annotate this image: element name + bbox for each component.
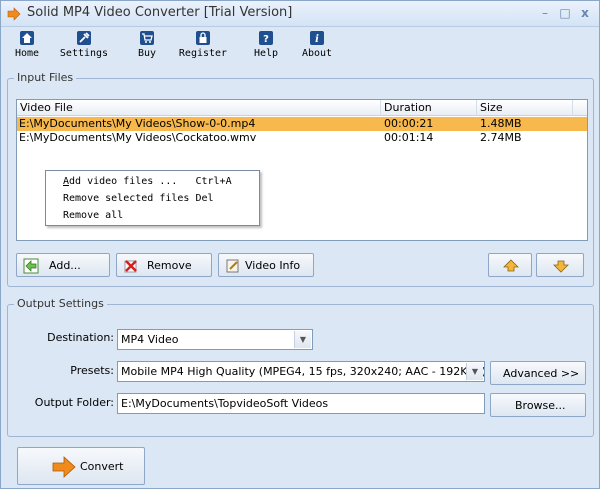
toolbar-about-label: About xyxy=(301,48,333,59)
maximize-button[interactable]: □ xyxy=(557,4,573,22)
cart-icon xyxy=(140,31,154,45)
chevron-down-icon[interactable]: ▼ xyxy=(294,331,311,348)
close-button[interactable]: x xyxy=(577,4,593,22)
input-files-title: Input Files xyxy=(14,71,77,84)
minimize-button[interactable]: – xyxy=(537,4,553,22)
chevron-down-icon[interactable]: ▼ xyxy=(466,363,483,380)
window-title: Solid MP4 Video Converter [Trial Version… xyxy=(27,5,293,20)
menu-item-remove-selected[interactable]: Remove selected files Del xyxy=(46,191,259,207)
presets-label: Presets: xyxy=(70,364,114,377)
output-folder-field[interactable]: E:\MyDocuments\TopvideoSoft Videos xyxy=(117,393,485,414)
remove-button[interactable]: Remove xyxy=(116,253,212,277)
move-up-button[interactable] xyxy=(488,253,532,277)
row-duration: 00:01:14 xyxy=(384,131,434,144)
output-folder-label: Output Folder: xyxy=(34,396,114,409)
video-info-button-label: Video Info xyxy=(245,259,301,272)
list-header: Video File Duration Size xyxy=(17,100,587,116)
lock-icon xyxy=(196,31,210,45)
settings-icon xyxy=(77,31,91,45)
add-button-label: Add... xyxy=(49,259,81,272)
home-icon xyxy=(20,31,34,45)
destination-select[interactable]: MP4 Video ▼ xyxy=(117,329,313,350)
move-down-icon xyxy=(553,260,569,273)
row-file: E:\MyDocuments\My Videos\Show-0-0.mp4 xyxy=(19,117,256,130)
main-window: Solid MP4 Video Converter [Trial Version… xyxy=(0,0,600,489)
svg-text:?: ? xyxy=(263,34,269,45)
toolbar-home-label: Home xyxy=(14,48,40,59)
convert-button[interactable]: Convert xyxy=(17,447,145,485)
move-up-icon xyxy=(503,259,519,272)
menu-item-label: dd video files ... xyxy=(69,176,178,187)
add-button[interactable]: Add... xyxy=(16,253,110,277)
add-arrow-icon xyxy=(23,258,39,274)
svg-text:i: i xyxy=(315,34,319,45)
toolbar-register-label: Register xyxy=(178,48,228,59)
browse-button[interactable]: Browse... xyxy=(490,393,586,417)
presets-select[interactable]: Mobile MP4 High Quality (MPEG4, 15 fps, … xyxy=(117,361,485,382)
destination-value: MP4 Video xyxy=(121,333,179,346)
convert-button-label: Convert xyxy=(80,460,124,473)
video-info-icon xyxy=(226,259,239,273)
app-arrow-icon xyxy=(7,7,21,21)
input-files-list[interactable]: Video File Duration Size E:\MyDocuments\… xyxy=(16,99,588,241)
remove-button-label: Remove xyxy=(147,259,192,272)
toolbar-settings-label: Settings xyxy=(59,48,109,59)
remove-icon xyxy=(124,260,137,273)
context-menu: Add video files ... Ctrl+A Remove select… xyxy=(45,170,260,226)
title-bar: Solid MP4 Video Converter [Trial Version… xyxy=(1,1,599,27)
table-row-selected[interactable]: E:\MyDocuments\My Videos\Show-0-0.mp4 00… xyxy=(17,117,587,131)
output-folder-value: E:\MyDocuments\TopvideoSoft Videos xyxy=(121,397,329,410)
output-settings-group: Output Settings Destination: MP4 Video ▼… xyxy=(7,297,594,437)
help-icon: ? xyxy=(259,31,273,45)
toolbar-help-label: Help xyxy=(253,48,279,59)
destination-label: Destination: xyxy=(47,331,114,344)
menu-item-add-video-files[interactable]: Add video files ... Ctrl+A xyxy=(46,174,259,190)
column-header-video-file[interactable]: Video File xyxy=(17,100,381,116)
toolbar-buy-button[interactable]: Buy xyxy=(133,29,161,67)
move-down-button[interactable] xyxy=(536,253,584,277)
row-size: 2.74MB xyxy=(480,131,522,144)
toolbar-buy-label: Buy xyxy=(137,48,157,59)
output-settings-title: Output Settings xyxy=(14,297,107,310)
toolbar: Home Settings Buy Register ? Help i Abou… xyxy=(9,29,589,69)
toolbar-about-button[interactable]: i About xyxy=(299,29,335,67)
column-header-size[interactable]: Size xyxy=(477,100,573,116)
advanced-button[interactable]: Advanced >> xyxy=(490,361,586,385)
convert-arrow-icon xyxy=(52,456,76,478)
browse-button-label: Browse... xyxy=(515,399,566,412)
row-file: E:\MyDocuments\My Videos\Cockatoo.wmv xyxy=(19,131,257,144)
video-info-button[interactable]: Video Info xyxy=(218,253,314,277)
toolbar-home-button[interactable]: Home xyxy=(9,29,45,67)
toolbar-help-button[interactable]: ? Help xyxy=(251,29,281,67)
info-icon: i xyxy=(310,31,324,45)
presets-value: Mobile MP4 High Quality (MPEG4, 15 fps, … xyxy=(121,365,485,378)
column-header-duration[interactable]: Duration xyxy=(381,100,477,116)
row-duration: 00:00:21 xyxy=(384,117,434,130)
row-size: 1.48MB xyxy=(480,117,522,130)
input-files-group: Input Files Video File Duration Size E:\… xyxy=(7,71,594,287)
advanced-button-label: Advanced >> xyxy=(503,367,580,380)
menu-item-remove-all[interactable]: Remove all xyxy=(46,208,259,224)
menu-item-shortcut: Ctrl+A xyxy=(177,176,232,187)
toolbar-settings-button[interactable]: Settings xyxy=(59,29,109,67)
table-row[interactable]: E:\MyDocuments\My Videos\Cockatoo.wmv 00… xyxy=(17,131,587,145)
toolbar-register-button[interactable]: Register xyxy=(177,29,229,67)
